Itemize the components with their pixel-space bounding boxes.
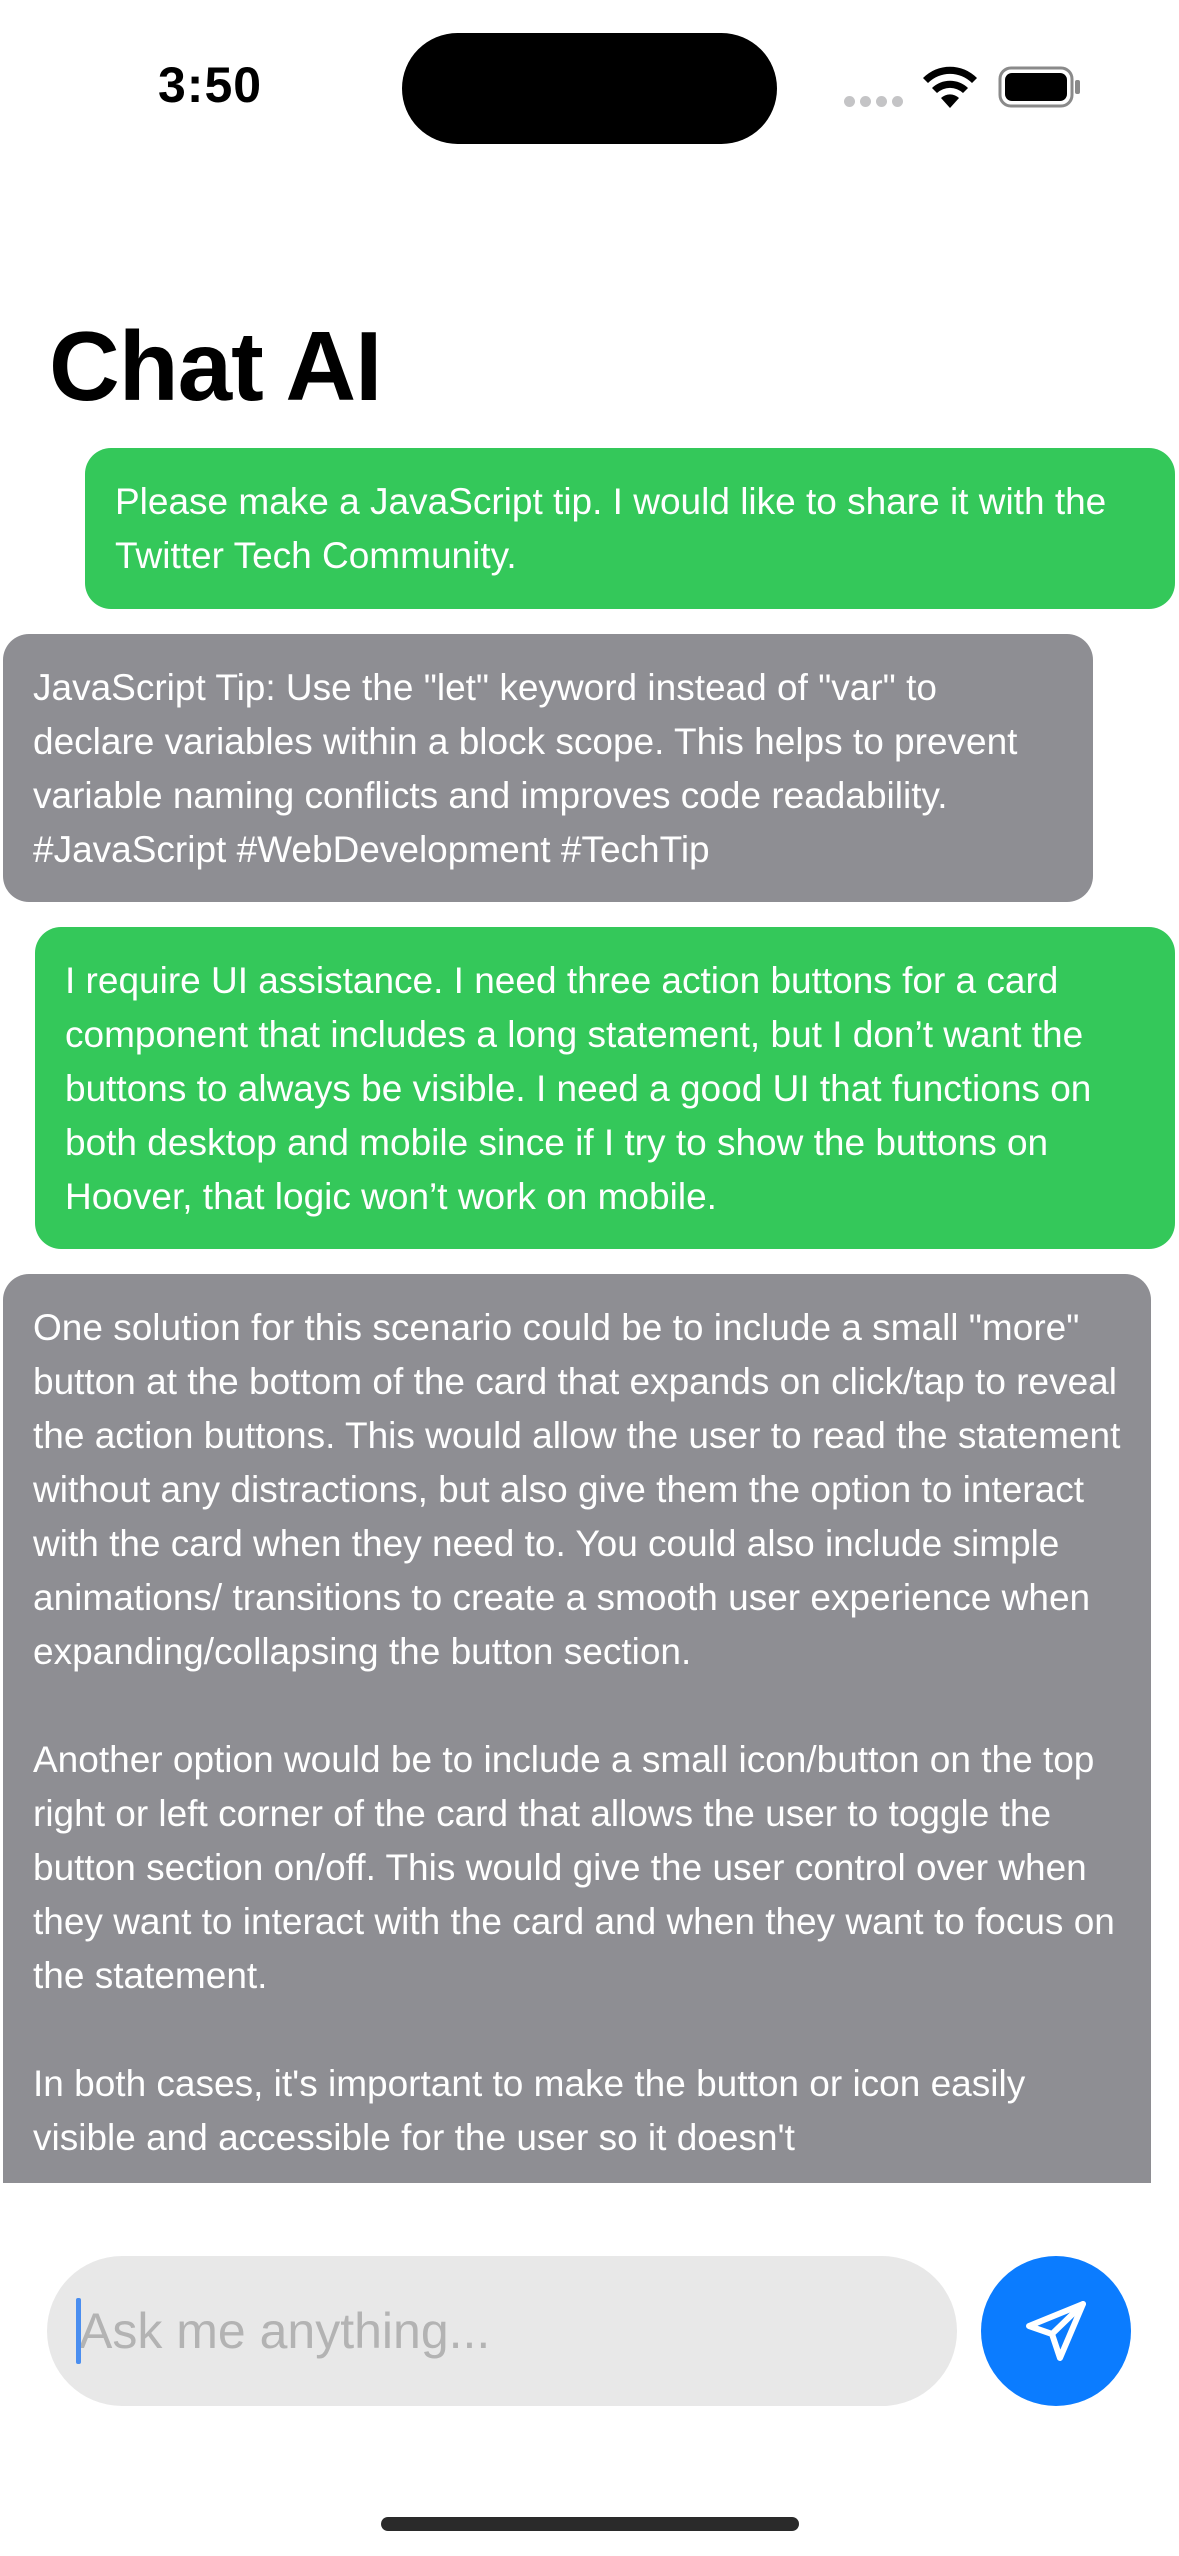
user-message-bubble: I require UI assistance. I need three ac… [35, 927, 1175, 1249]
page-title: Chat AI [49, 311, 382, 421]
text-cursor [76, 2298, 81, 2364]
message-input[interactable] [47, 2256, 957, 2406]
cellular-signal-icon [844, 96, 903, 108]
send-button[interactable] [981, 2256, 1131, 2406]
battery-icon [998, 66, 1080, 108]
chat-screen: 3:50 Chat AI Please make a JavaScript ti… [0, 0, 1179, 2556]
user-message-bubble: Please make a JavaScript tip. I would li… [85, 448, 1175, 609]
assistant-message-bubble: One solution for this scenario could be … [3, 1274, 1151, 2183]
dynamic-island [402, 33, 777, 144]
assistant-message-bubble: JavaScript Tip: Use the "let" keyword in… [3, 634, 1093, 902]
paper-plane-icon [1026, 2301, 1086, 2361]
wifi-icon [923, 66, 977, 108]
message-list[interactable]: Please make a JavaScript tip. I would li… [0, 448, 1179, 2183]
status-time: 3:50 [158, 57, 263, 113]
home-indicator[interactable] [381, 2517, 799, 2531]
